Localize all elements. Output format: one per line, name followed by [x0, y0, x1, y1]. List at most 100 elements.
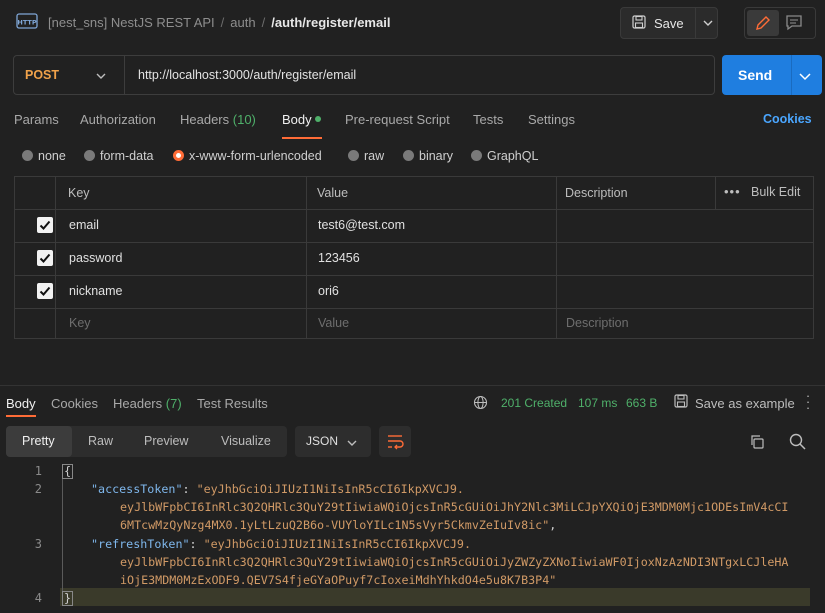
json-open-brace: { [62, 464, 74, 479]
check-icon [39, 220, 51, 230]
breadcrumb-folder[interactable]: auth [230, 15, 255, 30]
key-placeholder[interactable]: Key [69, 316, 91, 330]
breadcrumb: [nest_sns] NestJS REST API / auth //auth/re… [48, 15, 391, 30]
send-divider [791, 55, 792, 95]
tab-headers-count: (10) [232, 112, 256, 127]
pencil-icon [756, 16, 770, 30]
tab-authorization[interactable]: Authorization [80, 112, 156, 127]
row-value[interactable]: 123456 [318, 251, 360, 265]
active-tab-underline [282, 137, 322, 139]
http-request-icon: HTTP [16, 12, 38, 32]
radio-urlencoded[interactable]: x-www-form-urlencoded [173, 149, 322, 163]
radio-dot [471, 150, 482, 161]
row-key[interactable]: email [69, 218, 99, 232]
json-string: "eyJhbGciOiJIUzI1NiIsInR5cCI6IkpXVCJ9. [196, 482, 464, 496]
radio-dot [403, 150, 414, 161]
value-placeholder[interactable]: Value [318, 316, 349, 330]
response-tab-cookies[interactable]: Cookies [51, 396, 98, 411]
wrap-icon [388, 435, 404, 450]
format-select-label: JSON [306, 434, 339, 448]
row-value[interactable]: ori6 [318, 284, 339, 298]
description-placeholder[interactable]: Description [566, 316, 629, 330]
active-tab-underline [6, 415, 36, 417]
indent-guide [62, 478, 63, 606]
json-string: "eyJhbGciOiJIUzI1NiIsInR5cCI6IkpXVCJ9. [203, 537, 471, 551]
line-number: 4 [34, 591, 42, 605]
radio-binary[interactable]: binary [403, 149, 453, 163]
view-preview-button[interactable]: Preview [144, 434, 188, 448]
url-input[interactable]: http://localhost:3000/auth/register/emai… [138, 68, 356, 82]
edit-button[interactable] [747, 10, 779, 36]
copy-icon[interactable] [749, 434, 765, 453]
radio-none[interactable]: none [22, 149, 66, 163]
view-pretty-label: Pretty [22, 434, 55, 448]
row-checkbox[interactable] [37, 217, 53, 233]
json-close-brace: } [62, 591, 74, 606]
tab-pre-request-script[interactable]: Pre-request Script [345, 112, 450, 127]
view-visualize-button[interactable]: Visualize [221, 434, 271, 448]
tab-body[interactable]: Body [282, 112, 322, 127]
chevron-down-icon[interactable] [95, 70, 107, 85]
radio-graphql[interactable]: GraphQL [471, 149, 538, 163]
json-string: 6MTcwMzQyNzg4MX0.1yLtLzuQ2B6o-VUYloYILc1… [120, 518, 550, 532]
line-number: 1 [34, 464, 42, 478]
row-checkbox[interactable] [37, 283, 53, 299]
kebab-menu-icon[interactable]: · · · [805, 389, 811, 414]
more-icon[interactable]: ••• [724, 184, 741, 199]
row-key[interactable]: password [69, 251, 123, 265]
response-size[interactable]: 663 B [626, 396, 657, 410]
globe-icon[interactable] [473, 395, 488, 413]
response-divider [0, 385, 825, 386]
method-select[interactable]: POST [25, 68, 59, 82]
radio-form-data[interactable]: form-data [84, 149, 154, 163]
tab-headers-label: Headers [180, 112, 230, 127]
save-button-label: Save [654, 16, 684, 31]
response-tab-headers-count: (7) [165, 396, 182, 411]
bulk-edit-button[interactable]: Bulk Edit [751, 185, 800, 199]
tab-headers[interactable]: Headers (10) [180, 112, 256, 127]
response-tab-headers[interactable]: Headers (7) [113, 396, 182, 411]
json-string-cont: eyJlbWFpbCI6InRlc3Q2QHRlc3QuY29tIiwiaWQi… [120, 555, 789, 569]
view-raw-button[interactable]: Raw [88, 434, 113, 448]
json-line-refresh-token: "refreshToken": "eyJhbGciOiJIUzI1NiIsInR… [91, 537, 471, 551]
radio-dot [348, 150, 359, 161]
cookies-link[interactable]: Cookies [763, 112, 812, 126]
response-time[interactable]: 107 ms [578, 396, 617, 410]
radio-graphql-label: GraphQL [487, 149, 539, 163]
radio-dot [22, 150, 33, 161]
json-string-cont: eyJlbWFpbCI6InRlc3Q2QHRlc3QuY29tIiwiaWQi… [120, 500, 789, 514]
json-string-end: iOjE3MDM0MzExODF9.QEV7S4fjeGYaOPuyf7cIox… [120, 573, 557, 587]
row-value[interactable]: test6@test.com [318, 218, 405, 232]
radio-dot [84, 150, 95, 161]
tab-settings[interactable]: Settings [528, 112, 575, 127]
check-icon [39, 253, 51, 263]
current-line-highlight [60, 588, 810, 606]
save-icon [632, 15, 646, 32]
response-tab-headers-label: Headers [113, 396, 163, 411]
row-checkbox[interactable] [37, 250, 53, 266]
radio-dot-selected [173, 150, 184, 161]
radio-form-data-label: form-data [100, 149, 154, 163]
search-icon[interactable] [789, 433, 806, 453]
breadcrumb-collection[interactable]: [nest_sns] NestJS REST API [48, 15, 215, 30]
params-table [14, 176, 814, 339]
radio-raw-label: raw [364, 149, 385, 163]
tab-tests[interactable]: Tests [473, 112, 503, 127]
row-key[interactable]: nickname [69, 284, 123, 298]
radio-raw[interactable]: raw [348, 149, 384, 163]
check-icon [39, 286, 51, 296]
response-tab-test-results[interactable]: Test Results [197, 396, 268, 411]
response-tab-body[interactable]: Body [6, 396, 36, 411]
request-name[interactable]: /auth/register/email [271, 15, 390, 30]
chevron-down-icon[interactable] [702, 17, 714, 32]
status-code[interactable]: 201 Created [501, 396, 567, 410]
column-header-value: Value [317, 186, 349, 200]
save-icon [674, 394, 688, 411]
tab-params[interactable]: Params [14, 112, 59, 127]
tab-body-label: Body [282, 112, 312, 127]
wrap-lines-button[interactable] [379, 426, 411, 457]
comments-icon[interactable] [784, 13, 804, 36]
save-as-example-button[interactable]: Save as example [695, 396, 795, 411]
url-divider [124, 56, 125, 94]
chevron-down-icon[interactable] [798, 70, 812, 85]
